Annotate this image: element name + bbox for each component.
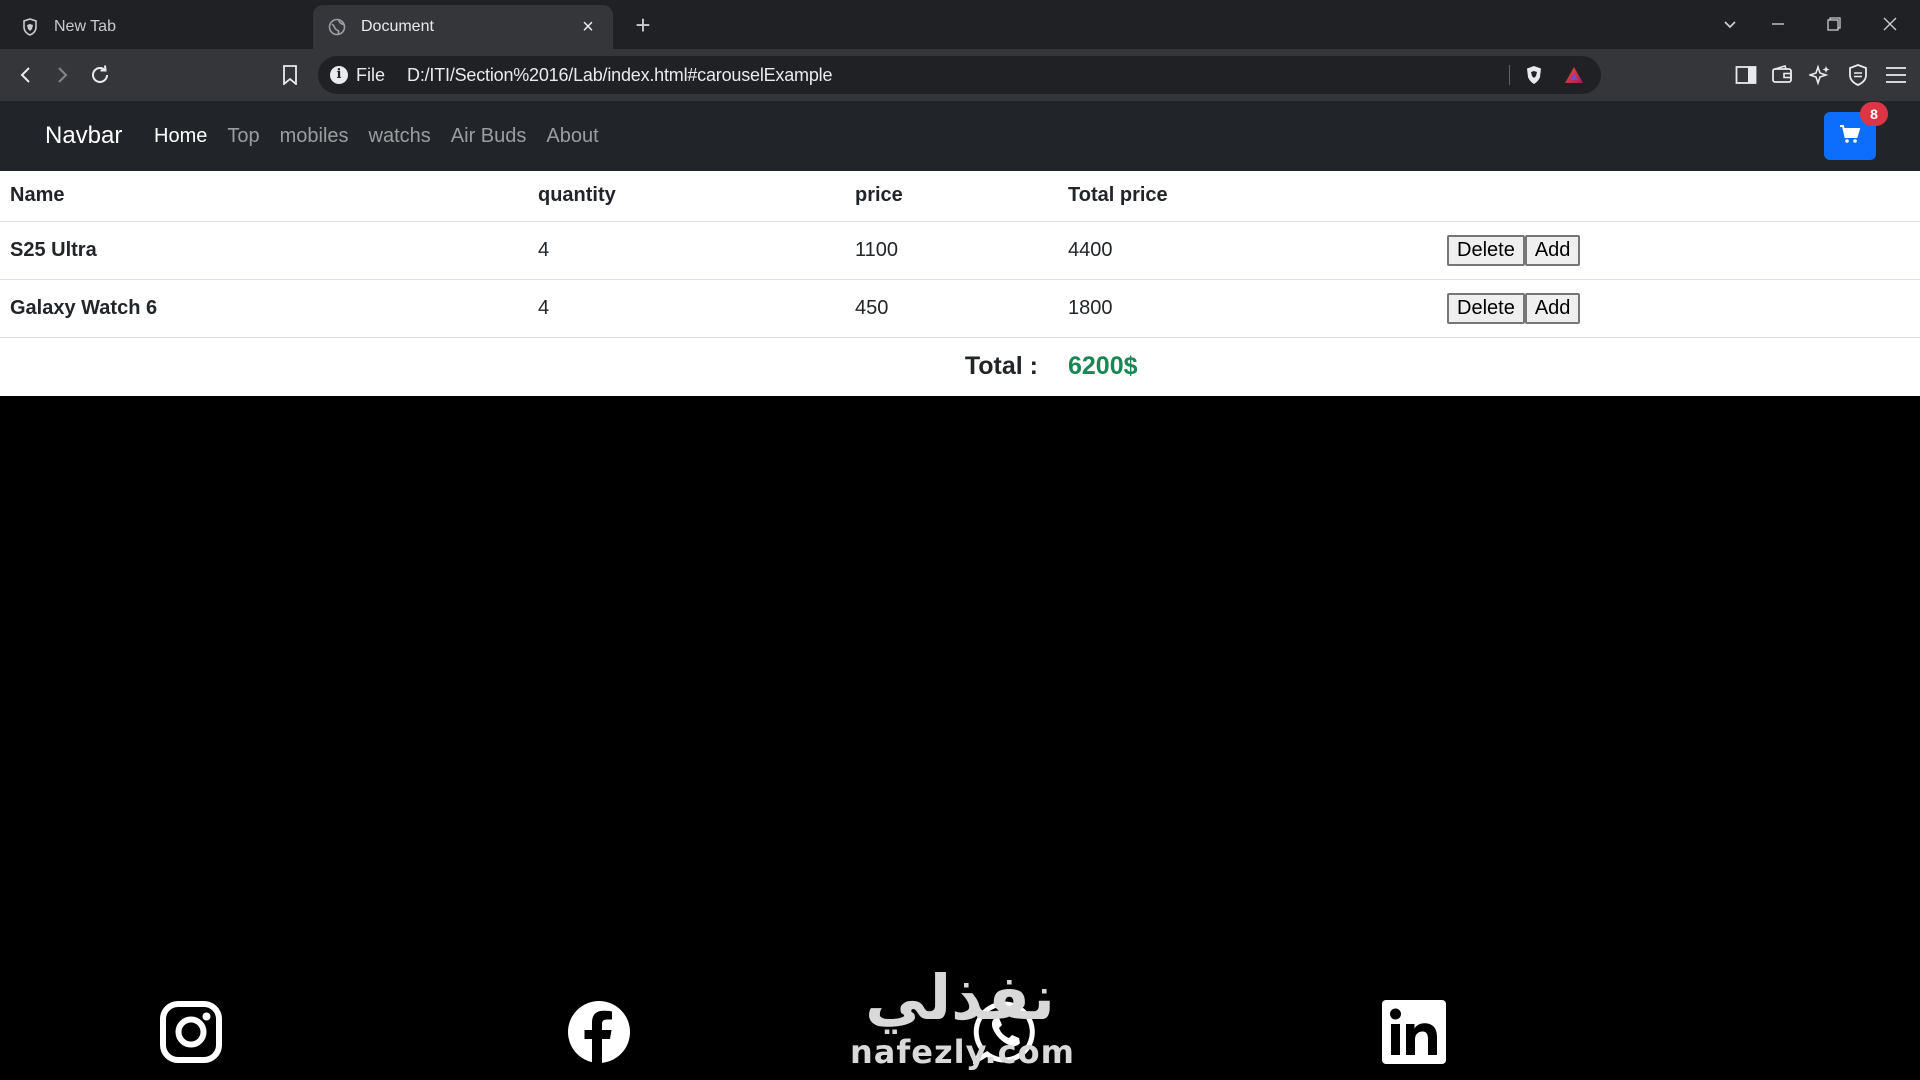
tab-title: New Tab: [54, 18, 116, 35]
globe-icon: [327, 17, 347, 37]
nav-link-watchs[interactable]: watchs: [369, 125, 431, 148]
facebook-icon[interactable]: [567, 1000, 631, 1064]
add-button[interactable]: Add: [1524, 234, 1581, 266]
restore-icon[interactable]: [1814, 6, 1854, 42]
cell-quantity: 4: [528, 221, 845, 280]
tab-search-chevron-icon[interactable]: [1710, 6, 1750, 42]
nav-link-mobiles[interactable]: mobiles: [280, 125, 349, 148]
delete-button[interactable]: Delete: [1447, 292, 1525, 324]
table-row: Galaxy Watch 6 4 450 1800 Delete Add: [0, 279, 1920, 338]
browser-toolbar: i File D:/ITI/Section%2016/Lab/index.htm…: [0, 49, 1920, 101]
close-tab-icon[interactable]: ×: [577, 16, 599, 38]
navbar-brand[interactable]: Navbar: [45, 122, 122, 150]
linkedin-icon[interactable]: [1382, 1000, 1446, 1064]
cell-actions: Delete Add: [1437, 279, 1920, 338]
total-label: Total :: [964, 352, 1038, 381]
cell-name: Galaxy Watch 6: [0, 279, 528, 338]
address-url[interactable]: D:/ITI/Section%2016/Lab/index.html#carou…: [407, 65, 832, 86]
address-divider: [1509, 65, 1510, 85]
leo-ai-icon[interactable]: [1804, 59, 1836, 91]
address-scheme-label: File: [356, 64, 386, 85]
total-value: 6200$: [1068, 352, 1138, 381]
vpn-shield-icon[interactable]: [1842, 59, 1874, 91]
instagram-icon[interactable]: [159, 1000, 223, 1064]
menu-icon[interactable]: [1880, 59, 1912, 91]
new-tab-button[interactable]: +: [628, 10, 658, 40]
column-header-actions: [1437, 171, 1920, 222]
nav-links: Home Top mobiles watchs Air Buds About: [154, 125, 619, 148]
watermark-arabic: نفذلي: [865, 961, 1055, 1034]
delete-button[interactable]: Delete: [1447, 234, 1525, 266]
cell-total: 1800: [1058, 279, 1437, 338]
cart-count-badge: 8: [1860, 102, 1888, 126]
column-header-total-price: Total price: [1058, 171, 1437, 222]
column-header-name: Name: [0, 171, 528, 222]
site-navbar: Navbar Home Top mobiles watchs Air Buds …: [0, 101, 1920, 171]
cart-table: Name quantity price Total price S25 Ultr…: [0, 171, 1920, 396]
cart-section: Name quantity price Total price S25 Ultr…: [0, 171, 1920, 396]
cell-name: S25 Ultra: [0, 221, 528, 280]
back-icon[interactable]: [10, 59, 42, 91]
cell-price: 450: [845, 279, 1058, 338]
address-bar[interactable]: i File D:/ITI/Section%2016/Lab/index.htm…: [318, 56, 1601, 94]
cart-icon: [1839, 124, 1861, 149]
cell-total: 4400: [1058, 221, 1437, 280]
nav-link-home[interactable]: Home: [154, 125, 207, 148]
nav-link-air-buds[interactable]: Air Buds: [451, 125, 527, 148]
cell-price: 1100: [845, 221, 1058, 280]
cell-quantity: 4: [528, 279, 845, 338]
nafezly-watermark: نفذلي nafezly.com: [850, 961, 1075, 1080]
reload-icon[interactable]: [84, 59, 116, 91]
watermark-latin: nafezly.com: [850, 1033, 1075, 1071]
site-info-icon[interactable]: i: [330, 66, 348, 84]
bookmark-icon[interactable]: [274, 59, 306, 91]
forward-icon[interactable]: [46, 59, 78, 91]
column-header-price: price: [845, 171, 1058, 222]
add-button[interactable]: Add: [1524, 292, 1581, 324]
wallet-icon[interactable]: [1766, 59, 1798, 91]
tab-title: Document: [361, 18, 434, 35]
minimize-icon[interactable]: [1758, 6, 1798, 42]
tab-new-tab[interactable]: New Tab: [10, 5, 310, 49]
table-row: S25 Ultra 4 1100 4400 Delete Add: [0, 221, 1920, 280]
cell-actions: Delete Add: [1437, 221, 1920, 280]
brave-shield-icon: [20, 17, 40, 37]
brave-shields-icon[interactable]: [1524, 65, 1544, 90]
tab-document[interactable]: Document ×: [313, 5, 613, 49]
close-window-icon[interactable]: [1870, 6, 1910, 42]
total-row: Total : 6200$: [0, 337, 1920, 396]
column-header-quantity: quantity: [528, 171, 845, 222]
brave-rewards-icon[interactable]: [1564, 65, 1584, 90]
table-header-row: Name quantity price Total price: [0, 171, 1920, 222]
browser-tabstrip: New Tab Document × +: [0, 0, 1920, 49]
nav-link-top[interactable]: Top: [227, 125, 259, 148]
sidebar-icon[interactable]: [1730, 59, 1762, 91]
nav-link-about[interactable]: About: [546, 125, 598, 148]
